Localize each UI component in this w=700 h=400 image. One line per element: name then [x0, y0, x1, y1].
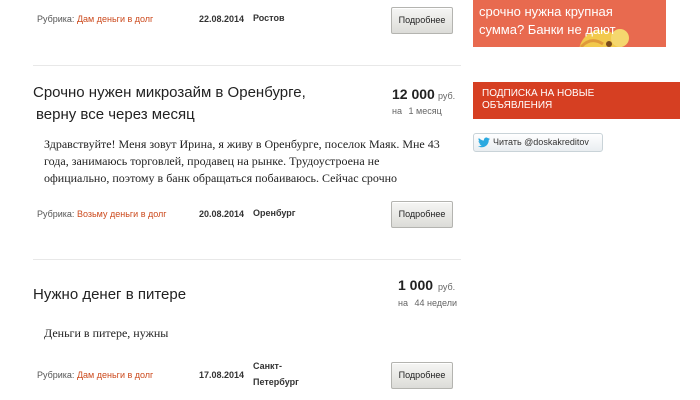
listing-title[interactable]: Срочно нужен микрозайм в Оренбурге, верн…: [33, 82, 306, 126]
listing-title-line: Срочно нужен микрозайм в Оренбурге,: [33, 84, 306, 101]
promo-line: сумма? Банки не дают: [479, 22, 616, 37]
listing-text-line: Здравствуйте! Меня зовут Ирина, я живу в…: [44, 137, 440, 151]
twitter-label: Читать @doskakreditov: [493, 137, 589, 147]
listing-text-line: официально, поэтому в банк обращаться по…: [44, 171, 398, 185]
listing-text: Здравствуйте! Меня зовут Ирина, я живу в…: [44, 136, 440, 187]
city-line: Санкт-: [253, 361, 282, 371]
listing-date: 17.08.2014: [199, 370, 245, 380]
rubric-label: Рубрика:: [37, 209, 75, 219]
rubric: Рубрика: Дам деньги в долг: [37, 370, 153, 380]
details-button[interactable]: Подробнее: [391, 201, 453, 228]
listing-price: 12 000: [392, 86, 435, 102]
listing-term: на 44 недели: [398, 298, 457, 308]
details-button[interactable]: Подробнее: [391, 7, 453, 34]
listing-currency: руб.: [438, 282, 456, 292]
listing-city: Оренбург: [253, 208, 296, 218]
listing-text-line: года, занимаюсь торговлей, продавец на р…: [44, 154, 380, 168]
listing-title-line: верну все через месяц: [36, 106, 195, 123]
term-prefix: на: [398, 298, 408, 308]
listing-term: на 1 месяц: [392, 106, 442, 116]
twitter-bird-icon: [478, 137, 490, 148]
listing-title[interactable]: Нужно денег в питере: [33, 284, 186, 306]
listing-divider: [33, 259, 461, 260]
twitter-follow-button[interactable]: Читать @doskakreditov: [473, 133, 603, 152]
listing-city: Санкт- Петербург: [253, 358, 299, 390]
rubric: Рубрика: Возьму деньги в долг: [37, 209, 167, 219]
rubric-link[interactable]: Дам деньги в долг: [77, 370, 153, 380]
promo-banner[interactable]: срочно нужна крупная сумма? Банки не даю…: [473, 0, 666, 47]
listing-divider: [33, 65, 461, 66]
term-value: 44 недели: [414, 298, 458, 308]
listing-price: 1 000: [398, 277, 434, 293]
rubric-link[interactable]: Дам деньги в долг: [77, 14, 153, 24]
promo-line: срочно нужна крупная: [479, 4, 613, 19]
subscribe-line: ПОДПИСКА НА НОВЫЕ: [482, 88, 595, 99]
rubric-label: Рубрика:: [37, 370, 75, 380]
promo-text: срочно нужна крупная сумма? Банки не даю…: [479, 3, 616, 39]
rubric-label: Рубрика:: [37, 14, 75, 24]
term-value: 1 месяц: [408, 106, 442, 116]
subscribe-heading: ПОДПИСКА НА НОВЫЕ ОБЪЯВЛЕНИЯ: [473, 82, 680, 119]
subscribe-line: ОБЪЯВЛЕНИЯ: [482, 100, 553, 111]
listing-city: Ростов: [253, 13, 285, 23]
city-line: Петербург: [253, 377, 299, 387]
listing-date: 20.08.2014: [199, 209, 245, 219]
term-prefix: на: [392, 106, 402, 116]
listing-text: Деньги в питере, нужны: [44, 326, 169, 340]
rubric-link[interactable]: Возьму деньги в долг: [77, 209, 167, 219]
rubric: Рубрика: Дам деньги в долг: [37, 14, 153, 24]
listing-currency: руб.: [438, 91, 456, 101]
details-button[interactable]: Подробнее: [391, 362, 453, 389]
listing-date: 22.08.2014: [199, 14, 245, 24]
